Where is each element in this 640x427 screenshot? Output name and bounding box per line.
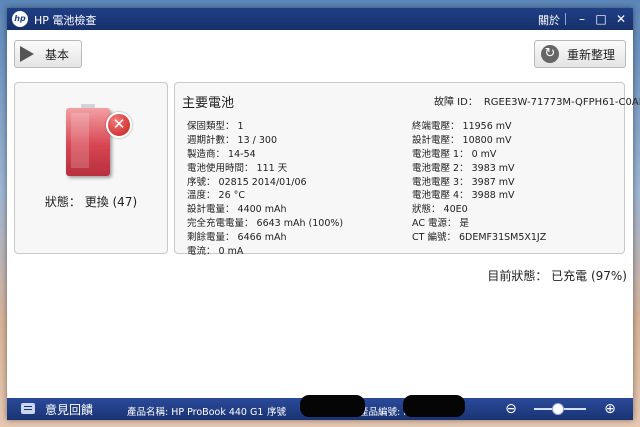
battery-details-panel: 主要電池 故障 ID： RGEE3W-71773M-QFPH61-C0AF03 保… [174,82,640,257]
detail-row: 製造商： 14-54 [187,146,343,160]
refresh-icon: ↻ [541,45,559,63]
detail-row: 設計電量： 4400 mAh [187,201,343,215]
play-icon [20,46,34,62]
hp-logo-icon: hp [12,11,28,27]
detail-label: 電流： [187,246,216,258]
zoom-slider-thumb[interactable] [552,403,564,415]
detail-value: 是 [459,218,470,230]
detail-row: 電流： 0 mA [187,243,343,257]
detail-value: 6DEMF31SM5X1JZ [459,232,547,244]
refresh-label: 重新整理 [567,48,616,62]
detail-row: CT 編號： 6DEMF31SM5X1JZ [412,229,546,243]
detail-label: 終端電壓： [412,121,460,132]
current-status: 目前狀態： 已充電 (97%) [487,269,627,283]
maximize-button[interactable]: □ [592,10,610,28]
detail-label: 保固類型： [187,121,235,132]
battery-status-value: 更換 (47) [84,195,138,209]
fault-id-label: 故障 ID： [434,97,478,108]
detail-value: 6466 mAh [237,232,287,244]
refresh-button[interactable]: ↻ 重新整理 [534,40,626,68]
detail-value: 4400 mAh [237,204,287,216]
details-right-column: 終端電壓： 11956 mV 設計電壓： 10800 mV 電池電壓 1： 0 … [412,118,546,243]
detail-value: 0 mA [218,246,244,258]
title-bar: hp HP 電池檢查 關於 – □ ✕ [7,8,633,30]
feedback-icon[interactable] [21,403,35,414]
detail-label: 電池電壓 1： [412,148,469,160]
detail-row: 序號： 02815 2014/01/06 [187,174,343,188]
fault-id: 故障 ID： RGEE3W-71773M-QFPH61-C0AF03 [434,93,640,108]
detail-row: 設計電壓： 10800 mV [412,132,546,146]
detail-label: 設計電量： [187,204,235,216]
main-content: 基本 ↻ 重新整理 ✕ 狀態： 更換 (47) 主要電池 故障 ID： RGEE3… [7,30,640,398]
detail-value: 3987 mV [471,176,515,188]
detail-row: 電池使用時間： 111 天 [187,160,343,174]
detail-label: 製造商： [187,148,226,160]
battery-status-panel: ✕ 狀態： 更換 (47) [14,82,168,254]
detail-label: AC 電源： [412,218,457,230]
detail-value: 13 / 300 [237,134,278,146]
error-icon: ✕ [106,112,132,138]
detail-row: 電池電壓 1： 0 mV [412,146,546,160]
detail-value: 3988 mV [471,190,515,202]
title-separator [565,13,566,25]
detail-row: 溫度： 26 °C [187,187,343,201]
detail-label: 電池電壓 2： [412,162,469,174]
battery-icon [66,104,110,176]
detail-label: CT 編號： [412,232,456,244]
about-link[interactable]: 關於 [538,12,560,28]
detail-label: 週期計數： [187,134,235,146]
detail-label: 電池電壓 4： [412,190,469,202]
detail-value: 1 [237,121,244,132]
detail-label: 狀態： [412,204,441,216]
detail-value: 40E0 [443,204,468,216]
detail-value: 02815 2014/01/06 [218,176,307,188]
basic-view-button[interactable]: 基本 [14,40,82,68]
feedback-link[interactable]: 意見回饋 [45,401,93,418]
detail-value: 111 天 [256,162,288,174]
basic-view-label: 基本 [45,48,70,62]
product-name: 產品名稱: HP ProBook 440 G1 [127,407,264,418]
details-title: 主要電池 [182,96,235,111]
detail-label: 電池使用時間： [187,162,254,174]
zoom-out-icon[interactable]: ⊖ [502,400,520,418]
detail-row: 完全充電電量： 6643 mAh (100%) [187,215,343,229]
detail-row: AC 電源： 是 [412,215,546,229]
redaction-mark [403,395,465,417]
redaction-mark [300,395,365,417]
detail-label: 設計電壓： [412,134,460,146]
detail-label: 電池電壓 3： [412,176,469,188]
battery-status-label: 狀態： [44,195,81,209]
detail-row: 保固類型： 1 [187,118,343,132]
detail-label: 剩餘電量： [187,232,235,244]
minimize-button[interactable]: – [573,10,591,28]
detail-row: 電池電壓 3： 3987 mV [412,174,546,188]
detail-label: 完全充電電量： [187,218,254,230]
detail-value: 3983 mV [471,162,515,174]
detail-row: 電池電壓 2： 3983 mV [412,160,546,174]
serial-label: 序號 [267,407,287,418]
detail-row: 狀態： 40E0 [412,201,546,215]
detail-row: 電池電壓 4： 3988 mV [412,187,546,201]
zoom-in-icon[interactable]: ⊕ [601,400,619,418]
detail-value: 10800 mV [462,134,512,146]
fault-id-value: RGEE3W-71773M-QFPH61-C0AF03 [483,97,640,108]
detail-row: 終端電壓： 11956 mV [412,118,546,132]
battery-status: 狀態： 更換 (47) [15,193,167,210]
detail-label: 溫度： [187,190,216,202]
detail-value: 6643 mAh (100%) [256,218,344,230]
detail-label: 序號： [187,176,216,188]
close-button[interactable]: ✕ [612,10,630,28]
detail-value: 0 mV [471,148,497,160]
app-title: HP 電池檢查 [34,14,97,27]
detail-value: 14-54 [228,148,256,160]
product-code: 產品編號: F [359,407,409,418]
detail-row: 剩餘電量： 6466 mAh [187,229,343,243]
details-left-column: 保固類型： 1 週期計數： 13 / 300 製造商： 14-54 電池使用時間… [187,118,343,257]
detail-value: 11956 mV [462,121,512,132]
detail-value: 26 °C [218,190,246,202]
footer-bar: 意見回饋 產品名稱: HP ProBook 440 G1 序號 產品編號: F … [7,395,633,420]
detail-row: 週期計數： 13 / 300 [187,132,343,146]
battery-check-window: hp HP 電池檢查 關於 – □ ✕ 基本 ↻ 重新整理 ✕ 狀態： 更換 (… [7,8,640,420]
